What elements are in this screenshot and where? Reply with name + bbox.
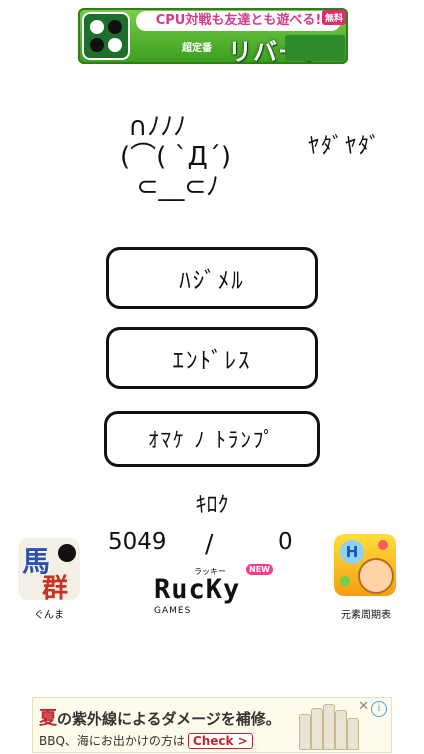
ad-line-2-text: BBQ、海にお出かけの方は: [39, 734, 185, 748]
gunma-app-caption[interactable]: ぐんま: [18, 606, 80, 621]
ad-check-button[interactable]: Check >: [187, 733, 253, 749]
ad-line-1-emphasis: 夏: [39, 708, 57, 729]
scientist-face-icon: [358, 558, 394, 594]
endless-button-label: ｴﾝﾄﾞﾚｽ: [172, 348, 252, 374]
ad-close-icon[interactable]: ✕: [358, 699, 369, 714]
reversi-board-icon: [285, 35, 345, 61]
bonus-trump-button[interactable]: ｵﾏｹ ﾉ ﾄﾗﾝﾌﾟ: [104, 411, 320, 467]
kaomoji-face: ∩ﾉﾉﾉ (⌒( `Д´) ⊂__⊂ﾉ: [120, 112, 232, 202]
top-banner-ad[interactable]: CPU対戦も友達とも遊べる! 無料 超定番 リバーシ: [78, 8, 348, 64]
bottom-banner-ad[interactable]: 夏の紫外線によるダメージを補修。 BBQ、海にお出かけの方は Check > ✕ …: [32, 697, 392, 753]
start-button[interactable]: ﾊｼﾞﾒﾙ: [106, 247, 318, 309]
record-endless-score: 0: [278, 529, 293, 555]
ad-line-1-text: の紫外線によるダメージを補修。: [57, 710, 281, 728]
rucky-games-logo[interactable]: ラッキー NEW RucKy GAMES: [154, 564, 273, 620]
adchoices-icon[interactable]: i: [371, 701, 387, 717]
bird-icon: [58, 544, 76, 562]
logo-new-badge: NEW: [246, 564, 273, 575]
element-ball-icon: [378, 540, 388, 550]
kaomoji-speech: ﾔﾀﾞﾔﾀﾞ: [308, 134, 383, 159]
logo-wordmark: RucKy: [154, 574, 241, 605]
periodic-table-app-icon[interactable]: H: [334, 534, 396, 596]
ad-free-badge: 無料: [321, 10, 346, 25]
reversi-app-logo: [82, 12, 130, 60]
endless-button[interactable]: ｴﾝﾄﾞﾚｽ: [106, 327, 318, 389]
record-title: ｷﾛｸ: [195, 493, 229, 518]
hydrogen-ball-icon: H: [340, 540, 364, 564]
record-separator: /: [205, 529, 214, 558]
ad-line-2: BBQ、海にお出かけの方は Check >: [39, 732, 253, 749]
ad-line-1: 夏の紫外線によるダメージを補修。: [39, 704, 281, 730]
gunma-app-icon[interactable]: 馬 群: [18, 538, 80, 604]
bonus-button-label: ｵﾏｹ ﾉ ﾄﾗﾝﾌﾟ: [148, 428, 276, 452]
logo-games-text: GAMES: [154, 606, 192, 616]
element-ball-icon: [340, 576, 350, 586]
ad-subtitle: 超定番: [182, 43, 212, 54]
gunma-icon-kanji-2: 群: [42, 574, 69, 604]
periodic-table-app-caption[interactable]: 元素周期表: [330, 606, 402, 621]
start-button-label: ﾊｼﾞﾒﾙ: [179, 268, 245, 294]
product-bottles-image: [299, 702, 359, 750]
record-best-score: 5049: [108, 529, 167, 555]
ad-headline: CPU対戦も友達とも遊べる!: [136, 11, 341, 31]
kaomoji-mascot: ∩ﾉﾉﾉ (⌒( `Д´) ⊂__⊂ﾉ: [120, 112, 300, 212]
